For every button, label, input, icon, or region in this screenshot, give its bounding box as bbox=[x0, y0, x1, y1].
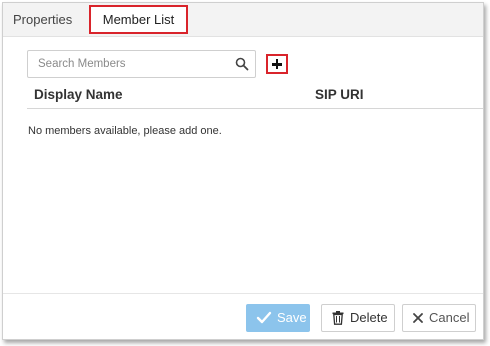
member-list-dialog: Properties Member List Display Name SIP … bbox=[2, 2, 484, 340]
delete-button[interactable]: Delete bbox=[321, 304, 395, 332]
save-label: Save bbox=[277, 310, 307, 325]
check-icon bbox=[256, 311, 272, 324]
column-header-display-name[interactable]: Display Name bbox=[34, 87, 123, 102]
search-box bbox=[27, 50, 256, 78]
cancel-label: Cancel bbox=[429, 310, 470, 325]
empty-message: No members available, please add one. bbox=[28, 125, 222, 137]
dialog-footer: Save Delete Cancel bbox=[3, 293, 483, 339]
table-header: Display Name SIP URI bbox=[27, 83, 483, 109]
close-icon bbox=[413, 313, 423, 323]
search-icon[interactable] bbox=[235, 57, 249, 71]
save-button[interactable]: Save bbox=[246, 304, 310, 332]
search-input[interactable] bbox=[28, 51, 238, 77]
add-member-button[interactable] bbox=[266, 54, 288, 74]
tab-bar: Properties Member List bbox=[3, 3, 483, 37]
tab-member-list[interactable]: Member List bbox=[89, 5, 188, 34]
column-header-sip-uri[interactable]: SIP URI bbox=[315, 87, 364, 102]
tab-properties[interactable]: Properties bbox=[13, 6, 72, 34]
trash-icon bbox=[332, 311, 344, 325]
delete-label: Delete bbox=[350, 310, 388, 325]
cancel-button[interactable]: Cancel bbox=[402, 304, 476, 332]
